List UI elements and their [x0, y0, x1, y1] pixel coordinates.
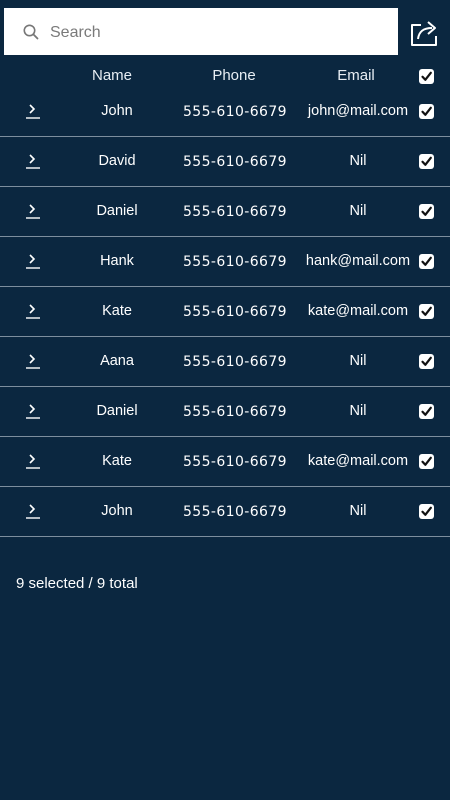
- contact-email: john@mail.com: [307, 103, 409, 119]
- check-icon: [421, 206, 432, 216]
- row-checkbox[interactable]: [419, 254, 434, 269]
- chevron-right-icon[interactable]: [24, 151, 42, 171]
- row-checkbox[interactable]: [419, 104, 434, 119]
- contact-name: Aana: [100, 353, 134, 369]
- contact-email: hank@mail.com: [305, 253, 411, 269]
- contact-name: David: [98, 153, 136, 169]
- contact-email: Nil: [349, 403, 367, 419]
- check-icon: [421, 256, 432, 266]
- contact-name: Kate: [102, 303, 132, 319]
- chevron-right-icon[interactable]: [24, 251, 42, 271]
- table-row[interactable]: Aana 555-610-6679 Nil: [0, 337, 450, 387]
- contact-phone: 555-610-6679: [183, 504, 287, 520]
- contact-name: Kate: [102, 453, 132, 469]
- chevron-right-icon[interactable]: [24, 101, 42, 121]
- check-icon: [421, 356, 432, 366]
- contact-phone: 555-610-6679: [183, 154, 287, 170]
- row-checkbox[interactable]: [419, 404, 434, 419]
- contact-phone: 555-610-6679: [183, 254, 287, 270]
- table-row[interactable]: Kate 555-610-6679 kate@mail.com: [0, 287, 450, 337]
- top-bar: [0, 0, 450, 64]
- table-row[interactable]: Daniel 555-610-6679 Nil: [0, 187, 450, 237]
- select-all-checkbox[interactable]: [419, 69, 434, 84]
- chevron-right-icon[interactable]: [24, 501, 42, 521]
- row-checkbox[interactable]: [419, 154, 434, 169]
- search-icon: [23, 24, 39, 40]
- contact-email: Nil: [349, 353, 367, 369]
- column-header-name[interactable]: Name: [72, 67, 152, 84]
- contact-email: Nil: [349, 503, 367, 519]
- column-header-email[interactable]: Email: [316, 67, 396, 84]
- contact-name: John: [101, 503, 133, 519]
- check-icon: [421, 156, 432, 166]
- contact-name: Daniel: [96, 403, 138, 419]
- column-header-phone[interactable]: Phone: [188, 67, 280, 84]
- contact-name: Hank: [100, 253, 134, 269]
- contact-name: Daniel: [96, 203, 138, 219]
- check-icon: [421, 456, 432, 466]
- contact-phone: 555-610-6679: [183, 304, 287, 320]
- check-icon: [421, 106, 432, 116]
- check-icon: [421, 71, 432, 81]
- row-checkbox[interactable]: [419, 204, 434, 219]
- chevron-right-icon[interactable]: [24, 451, 42, 471]
- chevron-right-icon[interactable]: [24, 351, 42, 371]
- share-icon[interactable]: [408, 16, 440, 48]
- check-icon: [421, 306, 432, 316]
- search-box[interactable]: [4, 8, 398, 55]
- table-row[interactable]: Daniel 555-610-6679 Nil: [0, 387, 450, 437]
- contact-phone: 555-610-6679: [183, 354, 287, 370]
- search-input[interactable]: [48, 18, 392, 48]
- chevron-right-icon[interactable]: [24, 401, 42, 421]
- chevron-right-icon[interactable]: [24, 301, 42, 321]
- contact-phone: 555-610-6679: [183, 104, 287, 120]
- table-row[interactable]: Hank 555-610-6679 hank@mail.com: [0, 237, 450, 287]
- table-row[interactable]: David 555-610-6679 Nil: [0, 137, 450, 187]
- chevron-right-icon[interactable]: [24, 201, 42, 221]
- contact-email: Nil: [349, 153, 367, 169]
- row-checkbox[interactable]: [419, 504, 434, 519]
- selection-status: 9 selected / 9 total: [16, 575, 138, 592]
- contact-name: John: [101, 103, 133, 119]
- contact-phone: 555-610-6679: [183, 204, 287, 220]
- contact-email: Nil: [349, 203, 367, 219]
- row-checkbox[interactable]: [419, 354, 434, 369]
- table-row[interactable]: John 555-610-6679 Nil: [0, 487, 450, 537]
- row-checkbox[interactable]: [419, 304, 434, 319]
- table-row[interactable]: Kate 555-610-6679 kate@mail.com: [0, 437, 450, 487]
- contact-phone: 555-610-6679: [183, 454, 287, 470]
- check-icon: [421, 406, 432, 416]
- contact-list: John 555-610-6679 john@mail.com David 555-61…: [0, 87, 450, 537]
- contact-email: kate@mail.com: [307, 303, 409, 319]
- contact-phone: 555-610-6679: [183, 404, 287, 420]
- row-checkbox[interactable]: [419, 454, 434, 469]
- check-icon: [421, 506, 432, 516]
- table-row[interactable]: John 555-610-6679 john@mail.com: [0, 87, 450, 137]
- contact-email: kate@mail.com: [307, 453, 409, 469]
